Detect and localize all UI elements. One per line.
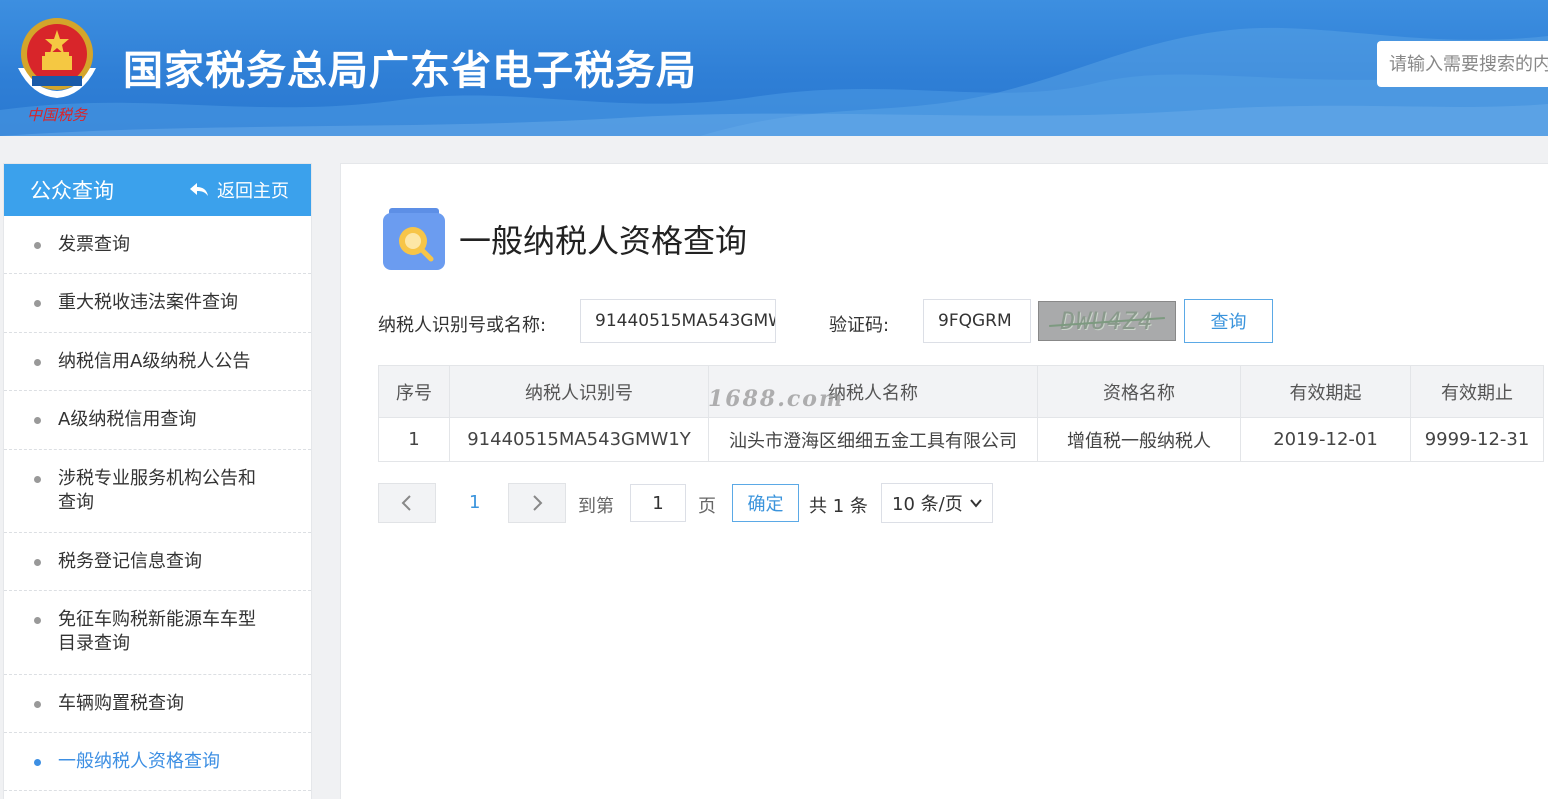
return-arrow-icon bbox=[190, 183, 208, 196]
sidebar-item-a-credit-query[interactable]: A级纳税信用查询 bbox=[4, 391, 311, 450]
bullet-icon bbox=[34, 759, 41, 766]
search-document-icon bbox=[383, 208, 445, 270]
column-header-taxpayer-id: 纳税人识别号 bbox=[449, 365, 709, 418]
cell-valid-from: 2019-12-01 bbox=[1240, 417, 1411, 462]
sidebar-item-label: 税务登记信息查询 bbox=[58, 551, 202, 572]
sidebar-item-tax-service-agency[interactable]: 涉税专业服务机构公告和查询 bbox=[4, 450, 311, 533]
sidebar-item-label: 发票查询 bbox=[58, 234, 130, 255]
column-header-valid-to: 有效期止 bbox=[1410, 365, 1544, 418]
bullet-icon bbox=[34, 359, 41, 366]
sidebar-item-label: A级纳税信用查询 bbox=[58, 409, 197, 430]
sidebar-item-tax-registration[interactable]: 税务登记信息查询 bbox=[4, 533, 311, 591]
sidebar-item-label: 纳税信用A级纳税人公告 bbox=[58, 351, 251, 372]
goto-suffix-label: 页 bbox=[698, 496, 716, 517]
table-header-row: 序号 纳税人识别号 纳税人名称 资格名称 有效期起 有效期止 bbox=[378, 365, 1544, 418]
page-size-value: 10 条/页 bbox=[892, 494, 963, 515]
cell-taxpayer-id: 91440515MA543GMW1Y bbox=[449, 417, 709, 462]
column-header-index: 序号 bbox=[378, 365, 450, 418]
sidebar-title: 公众查询 bbox=[30, 179, 114, 203]
back-home-label: 返回主页 bbox=[217, 181, 289, 202]
bullet-icon bbox=[34, 617, 41, 624]
sidebar-item-vehicle-purchase-tax[interactable]: 车辆购置税查询 bbox=[4, 675, 311, 733]
sidebar-item-label: 车辆购置税查询 bbox=[58, 693, 184, 714]
sidebar-item-general-taxpayer-query[interactable]: 一般纳税人资格查询 bbox=[4, 733, 311, 791]
column-header-valid-from: 有效期起 bbox=[1240, 365, 1411, 418]
site-title: 国家税务总局广东省电子税务局 bbox=[123, 48, 697, 94]
bullet-icon bbox=[34, 300, 41, 307]
svg-text:中国税务: 中国税务 bbox=[27, 106, 89, 124]
prev-page-button[interactable] bbox=[378, 483, 436, 523]
taxpayer-id-input[interactable] bbox=[580, 299, 776, 343]
main-panel: 一般纳税人资格查询 纳税人识别号或名称: 验证码: DWU4Z4 查询 序号 纳… bbox=[340, 163, 1548, 799]
column-header-qualification: 资格名称 bbox=[1037, 365, 1241, 418]
site-header: 中国税务 国家税务总局广东省电子税务局 bbox=[0, 0, 1548, 136]
bullet-icon bbox=[34, 417, 41, 424]
goto-prefix-label: 到第 bbox=[578, 496, 614, 517]
query-button[interactable]: 查询 bbox=[1184, 299, 1273, 343]
chevron-down-icon bbox=[970, 499, 982, 508]
bullet-icon bbox=[34, 701, 41, 708]
cell-taxpayer-name: 汕头市澄海区细细五金工具有限公司 bbox=[708, 417, 1038, 462]
captcha-label: 验证码: bbox=[829, 315, 890, 336]
page-number-current[interactable]: 1 bbox=[469, 492, 480, 513]
site-search[interactable] bbox=[1377, 41, 1548, 87]
bullet-icon bbox=[34, 242, 41, 249]
results-table: 序号 纳税人识别号 纳税人名称 资格名称 有效期起 有效期止 1 9144051… bbox=[378, 365, 1544, 462]
sidebar-item-label: 免征车购税新能源车车型目录查询 bbox=[58, 609, 256, 654]
sidebar-item-label: 重大税收违法案件查询 bbox=[58, 292, 238, 313]
cell-index: 1 bbox=[378, 417, 450, 462]
search-input[interactable] bbox=[1389, 53, 1548, 75]
total-count-label: 共 1 条 bbox=[809, 496, 868, 517]
page-size-select[interactable]: 10 条/页 bbox=[881, 483, 993, 523]
sidebar-header: 公众查询 返回主页 bbox=[4, 164, 311, 216]
table-row: 1 91440515MA543GMW1Y 汕头市澄海区细细五金工具有限公司 增值… bbox=[378, 417, 1544, 462]
captcha-input[interactable] bbox=[923, 299, 1031, 343]
sidebar-item-major-violation-query[interactable]: 重大税收违法案件查询 bbox=[4, 274, 311, 333]
chevron-left-icon bbox=[401, 495, 411, 511]
cell-valid-to: 9999-12-31 bbox=[1410, 417, 1544, 462]
sidebar: 公众查询 返回主页 发票查询 重大税收违法案件查询 纳税信用A级纳税人公告 A级… bbox=[3, 163, 312, 799]
back-home-link[interactable]: 返回主页 bbox=[189, 177, 289, 203]
bullet-icon bbox=[34, 476, 41, 483]
column-header-taxpayer-name: 纳税人名称 bbox=[708, 365, 1038, 418]
sidebar-item-new-energy-vehicle-catalog[interactable]: 免征车购税新能源车车型目录查询 bbox=[4, 591, 311, 675]
chevron-right-icon bbox=[533, 495, 543, 511]
next-page-button[interactable] bbox=[508, 483, 566, 523]
bullet-icon bbox=[34, 559, 41, 566]
sidebar-item-a-credit-announcement[interactable]: 纳税信用A级纳税人公告 bbox=[4, 333, 311, 391]
taxpayer-id-label: 纳税人识别号或名称: bbox=[378, 315, 547, 336]
captcha-image[interactable]: DWU4Z4 bbox=[1038, 301, 1176, 341]
sidebar-item-invoice-query[interactable]: 发票查询 bbox=[4, 216, 311, 274]
sidebar-item-label: 涉税专业服务机构公告和查询 bbox=[58, 468, 256, 513]
tax-emblem-logo: 中国税务 bbox=[18, 18, 96, 124]
goto-confirm-button[interactable]: 确定 bbox=[732, 484, 799, 522]
cell-qualification: 增值税一般纳税人 bbox=[1037, 417, 1241, 462]
goto-page-input[interactable] bbox=[630, 484, 686, 522]
sidebar-item-label: 一般纳税人资格查询 bbox=[58, 751, 220, 772]
page-title: 一般纳税人资格查询 bbox=[459, 222, 748, 260]
